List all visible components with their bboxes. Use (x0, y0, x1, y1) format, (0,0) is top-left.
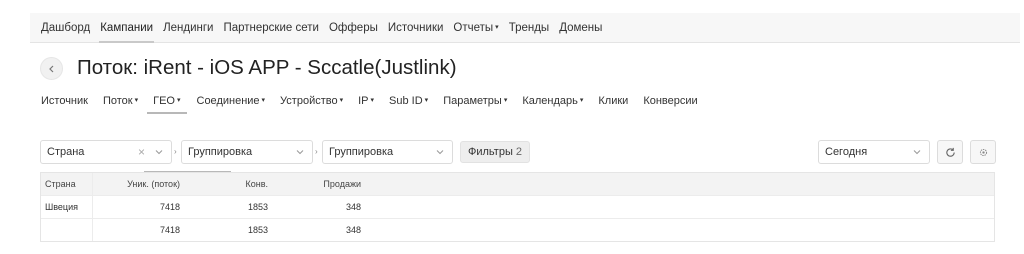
filters-label: Фильтры (468, 146, 513, 158)
tab-item-4[interactable]: Устройство ▾ (280, 89, 343, 114)
chevron-down-icon (296, 150, 304, 155)
column-header-sales[interactable]: Продажи (272, 173, 362, 195)
tab-item-7[interactable]: Параметры ▾ (443, 89, 507, 114)
caret-down-icon: ▾ (579, 97, 584, 104)
topnav-item-label: Партнерские сети (223, 21, 319, 34)
tab-label: Параметры (443, 95, 502, 107)
caret-down-icon: ▾ (261, 97, 266, 104)
topnav-item-8[interactable]: Домены (558, 13, 603, 43)
gear-icon (979, 148, 987, 156)
topnav-item-label: Источники (387, 21, 444, 34)
tab-label: Соединение (196, 95, 260, 107)
tab-item-6[interactable]: Sub ID ▾ (389, 89, 428, 114)
column-header-country[interactable]: Страна (41, 173, 93, 195)
tab-item-10[interactable]: Конверсии (643, 89, 697, 114)
tab-item-2[interactable]: ГЕО ▾ (147, 89, 187, 114)
clear-icon[interactable]: × (138, 141, 145, 163)
tab-label: ГЕО (153, 95, 175, 107)
tab-item-9[interactable]: Клики (598, 89, 628, 114)
table-cell-country (41, 219, 93, 241)
table-cell-conversions: 1853 (247, 225, 268, 235)
tab-label: Источник (41, 95, 88, 107)
table-row: Швеция 7418 1853 348 (41, 195, 994, 218)
topnav-item-label: Тренды (508, 21, 550, 34)
topnav-item-6[interactable]: Отчеты ▾ (452, 13, 499, 43)
column-header-conversions[interactable]: Конв. (181, 173, 272, 195)
date-range-select[interactable]: Сегодня (818, 140, 930, 164)
chevron-down-icon (436, 150, 444, 155)
table-total-row: 7418 1853 348 (41, 218, 994, 241)
filters-count-badge: 2 (515, 146, 522, 158)
table-cell-sales: 348 (345, 225, 361, 235)
tab-item-0[interactable]: Источник (41, 89, 88, 114)
table-cell-country: Швеция (41, 196, 93, 218)
topnav-item-label: Домены (559, 21, 603, 34)
tab-item-8[interactable]: Календарь ▾ (522, 89, 583, 114)
tab-item-1[interactable]: Поток ▾ (103, 89, 138, 114)
group-by-select-2[interactable]: Группировка (181, 140, 313, 164)
group-by-select-2-placeholder: Группировка (188, 146, 253, 158)
refresh-icon (945, 147, 955, 157)
page-title: Поток: iRent - iOS APP - Sccatle(Justlin… (77, 56, 457, 79)
group-by-select-1-value: Страна (47, 146, 85, 158)
table-cell-unique: 7418 (159, 225, 180, 235)
topnav-item-5[interactable]: Источники (387, 13, 445, 43)
topnav-item-0[interactable]: Дашборд (40, 13, 91, 43)
topnav-item-2[interactable]: Лендинги (162, 13, 214, 43)
chevron-right-icon: › (315, 147, 318, 156)
refresh-button[interactable] (937, 140, 963, 164)
group-by-select-3-placeholder: Группировка (329, 146, 394, 158)
tab-label: Конверсии (643, 95, 698, 107)
caret-down-icon: ▾ (424, 97, 429, 104)
filters-button[interactable]: Фильтры 2 (460, 141, 530, 163)
chevron-down-icon (155, 150, 163, 155)
caret-down-icon: ▾ (495, 23, 499, 31)
settings-button[interactable] (970, 140, 996, 164)
group-by-select-1[interactable]: Страна × (40, 140, 172, 164)
tab-label: Поток (102, 95, 133, 107)
table-cell-conversions: 1853 (247, 202, 268, 212)
topnav-item-4[interactable]: Офферы (328, 13, 379, 43)
chevron-right-icon: › (174, 147, 177, 156)
group-by-select-3[interactable]: Группировка (322, 140, 453, 164)
tab-label: Sub ID (389, 95, 423, 107)
tab-item-3[interactable]: Соединение ▾ (197, 89, 266, 114)
column-header-unique[interactable]: Уник. (поток) (93, 173, 181, 195)
topnav-item-label: Дашборд (41, 21, 91, 34)
report-tabs: Источник Поток ▾ ГЕО ▾ Соединение ▾ Устройство ▾… (41, 89, 713, 114)
topnav-item-label: Офферы (328, 21, 378, 34)
tab-label: Календарь (522, 95, 578, 107)
back-button[interactable] (40, 57, 63, 80)
topnav-item-3[interactable]: Партнерские сети (222, 13, 319, 43)
date-range-value: Сегодня (825, 146, 868, 158)
chevron-down-icon (913, 150, 921, 155)
tab-label: Устройство (280, 95, 338, 107)
geo-report-table: Страна Уник. (поток) Конв. Продажи Швеци… (40, 172, 995, 242)
chevron-left-icon (48, 65, 53, 72)
tab-label: IP (358, 95, 369, 107)
topnav-item-label: Лендинги (163, 21, 214, 34)
top-navigation: Дашборд Кампании Лендинги Партнерские сети О… (30, 13, 1020, 43)
caret-down-icon: ▾ (370, 97, 375, 104)
caret-down-icon: ▾ (176, 97, 181, 104)
caret-down-icon: ▾ (503, 97, 508, 104)
table-header-row: Страна Уник. (поток) Конв. Продажи (41, 173, 994, 195)
caret-down-icon: ▾ (134, 97, 139, 104)
tab-label: Клики (598, 95, 629, 107)
topnav-item-7[interactable]: Тренды (508, 13, 551, 43)
table-cell-unique: 7418 (159, 202, 180, 212)
tab-item-5[interactable]: IP ▾ (358, 89, 374, 114)
caret-down-icon: ▾ (339, 97, 344, 104)
topnav-item-1[interactable]: Кампании (99, 13, 155, 43)
table-cell-sales: 348 (345, 202, 361, 212)
topnav-item-label: Отчеты (453, 21, 494, 34)
topnav-item-label: Кампании (100, 21, 154, 34)
